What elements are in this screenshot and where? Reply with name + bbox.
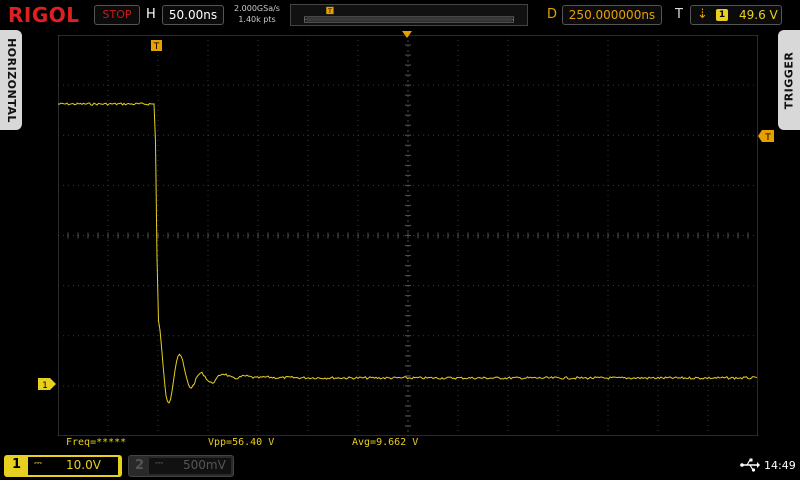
channel2-settings: ⎓ 500mV [149,458,231,474]
trigger-menu-tab[interactable]: TRIGGER [778,30,800,130]
timebase-value: 50.00ns [168,8,218,22]
channel2-button[interactable]: 2 ⎓ 500mV [128,455,234,477]
usb-icon [740,458,760,472]
trigger-position-letter: T [153,42,160,52]
run-stop-status[interactable]: STOP [94,5,140,25]
trigger-position-marker[interactable]: T [151,40,162,53]
channel1-scale: 10.0V [66,458,101,472]
measurement-vpp: Vpp=56.40 V [208,437,275,448]
horizontal-label: H [146,7,156,22]
trigger-level-marker[interactable]: T [758,130,774,142]
channel1-number: 1 [12,457,22,472]
trigger-label: T [675,7,683,22]
delay-center-marker[interactable] [402,31,412,39]
acquisition-info: 2.000GSa/s 1.40k pts [228,3,286,25]
channel2-number: 2 [135,458,145,473]
trigger-source-badge: 1 [716,9,728,21]
channel1-ground-letter: 1 [42,381,48,390]
memory-trigger-marker: T [326,6,334,15]
channel2-scale: 500mV [183,458,226,472]
delay-box[interactable]: 250.000000ns [562,5,662,25]
trigger-tab-label: TRIGGER [782,51,796,109]
measurement-frequency: Freq=***** [66,437,127,448]
delay-label: D [547,7,558,22]
dc-coupling-icon: ⎓ [34,458,42,469]
memory-position-strip[interactable]: T [290,4,528,26]
falling-edge-icon: ⇣ [697,7,708,22]
channel1-ground-marker[interactable]: 1 [38,378,56,390]
channel1-settings: ⎓ 10.0V [28,457,118,475]
run-status-text: STOP [102,8,132,21]
delay-value: 250.000000ns [568,8,656,22]
dc-coupling-icon: ⎓ [155,458,163,469]
brand-logo: RIGOL [8,3,80,27]
trigger-settings-box[interactable]: ⇣ 1 49.6 V [690,5,782,25]
sample-rate: 2.000GSa/s [234,4,280,13]
channel1-button[interactable]: 1 ⎓ 10.0V [4,455,122,477]
horizontal-tab-label: HORIZONTAL [4,37,18,123]
memory-depth: 1.40k pts [238,15,276,24]
clock: 14:49 [764,459,796,472]
horizontal-menu-tab[interactable]: HORIZONTAL [0,30,22,130]
trigger-level-value: 49.6 V [739,8,778,22]
trigger-level-letter: T [764,133,771,142]
timebase-box[interactable]: 50.00ns [162,5,224,25]
waveform-display[interactable] [58,35,758,436]
measurement-average: Avg=9.662 V [352,437,419,448]
memory-trigger-letter: T [327,8,332,15]
